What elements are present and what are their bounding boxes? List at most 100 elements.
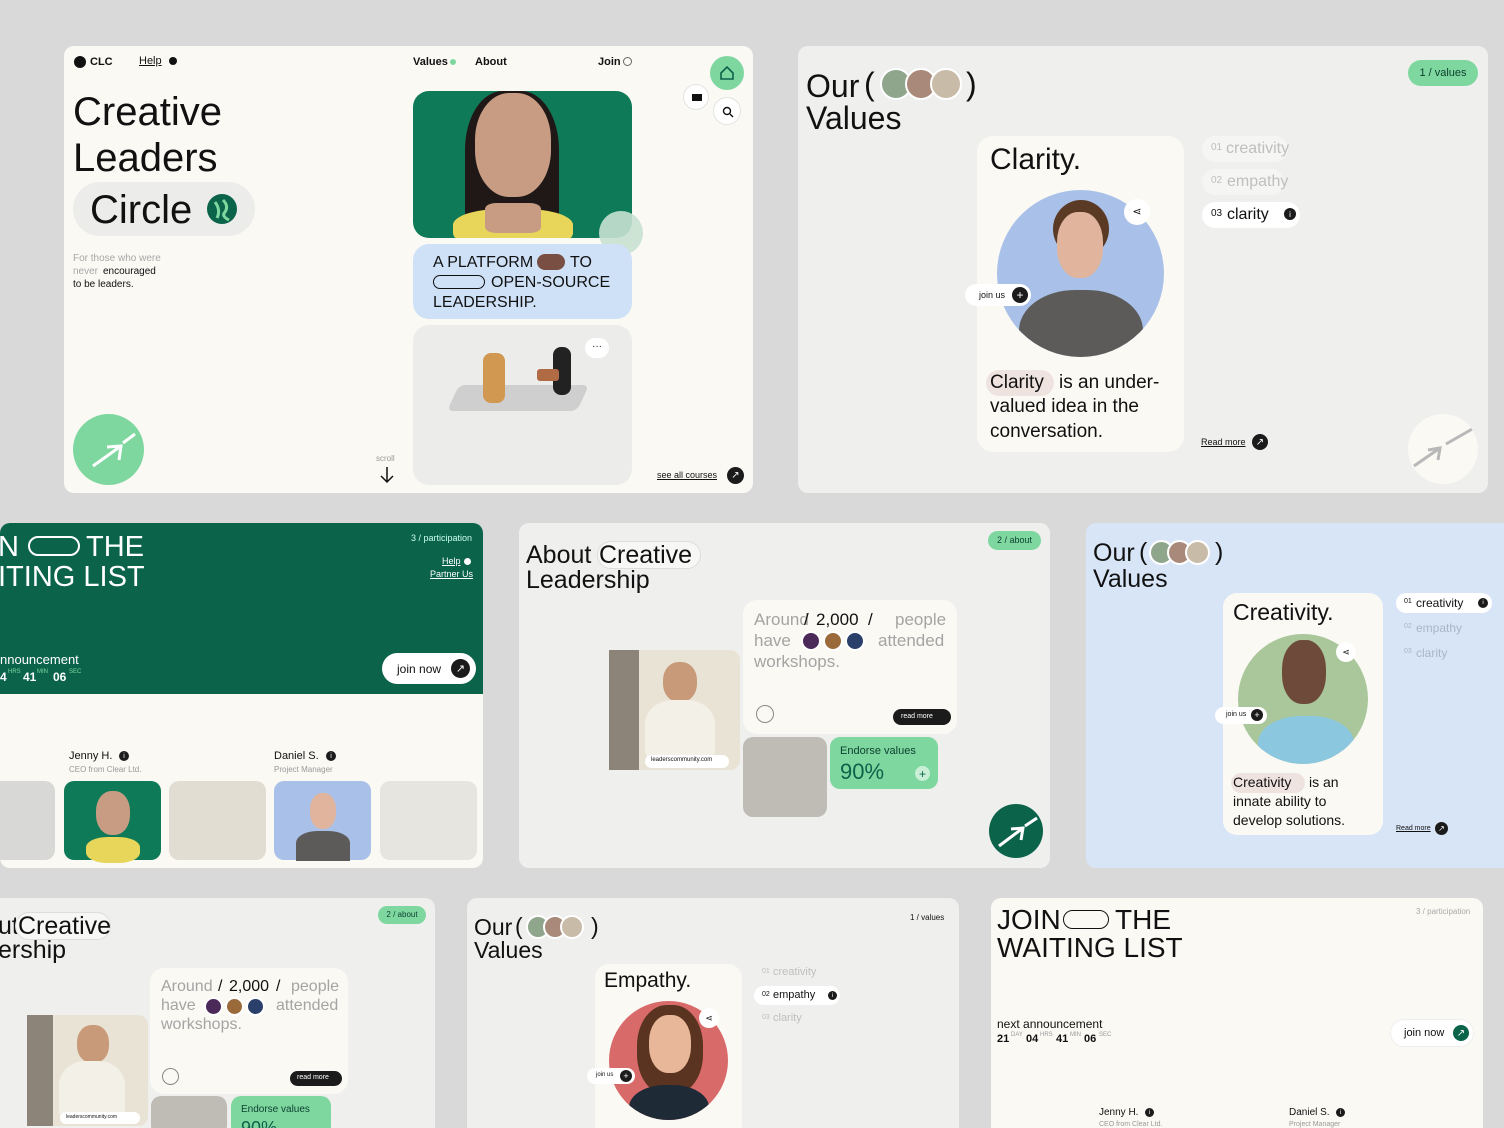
values-title: Values bbox=[474, 937, 543, 963]
share-icon[interactable]: ⋖ bbox=[1124, 199, 1150, 225]
creativity-text-2: innate ability to bbox=[1233, 793, 1327, 809]
search-button[interactable] bbox=[713, 97, 741, 125]
value-label[interactable]: clarity bbox=[1416, 646, 1447, 660]
stat-workshops: workshops. bbox=[754, 652, 840, 671]
plus-icon[interactable]: + bbox=[620, 1070, 632, 1082]
link-text: leaderscommunity.com bbox=[66, 1114, 118, 1120]
waiting-title-1a: N bbox=[0, 531, 19, 563]
toggle-outline bbox=[433, 275, 485, 289]
help-link[interactable]: Help bbox=[139, 55, 162, 67]
more-button[interactable]: ··· bbox=[585, 338, 609, 358]
countdown-day-unit: DAY bbox=[1011, 1032, 1023, 1038]
hero-card: CLC Help Values About Join Creative Lead… bbox=[64, 46, 753, 493]
waiting-title-1b: THE bbox=[86, 531, 144, 563]
plus-icon[interactable]: + bbox=[1012, 287, 1028, 303]
waiting-title-2: ITING LIST bbox=[0, 561, 145, 593]
arrow-up-right-icon[interactable]: ↗ bbox=[727, 467, 744, 484]
value-num: 03 bbox=[1404, 648, 1412, 655]
empathy-title: Empathy. bbox=[604, 969, 692, 992]
info-icon: i bbox=[1336, 1108, 1345, 1117]
value-num: 03 bbox=[1211, 208, 1223, 219]
join-us-label: join us bbox=[979, 290, 1006, 300]
value-num: 01 bbox=[1404, 598, 1412, 605]
globe-icon[interactable] bbox=[756, 705, 774, 723]
plus-icon[interactable]: + bbox=[915, 766, 930, 781]
countdown-min-unit: MIN bbox=[1070, 1032, 1081, 1038]
nav-values[interactable]: Values bbox=[413, 56, 448, 68]
see-all-courses-link[interactable]: see all courses bbox=[657, 470, 717, 480]
join-now-label: join now bbox=[1404, 1027, 1445, 1039]
arrow-up-right-icon[interactable]: ↗ bbox=[451, 659, 470, 678]
countdown-hrs-unit: HRS bbox=[1040, 1032, 1053, 1038]
read-more-link[interactable]: Read more bbox=[1201, 437, 1246, 447]
arrow-button[interactable] bbox=[989, 804, 1043, 858]
thumb-man[interactable] bbox=[274, 781, 371, 861]
hands-image bbox=[743, 737, 827, 817]
creativity-text-3: develop solutions. bbox=[1233, 812, 1346, 828]
info-icon: i bbox=[326, 751, 336, 761]
value-label[interactable]: empathy bbox=[1416, 621, 1462, 635]
plus-icon[interactable]: + bbox=[1251, 709, 1263, 721]
arrow-down-icon[interactable] bbox=[380, 466, 394, 484]
platform-line-1: A PLATFORM bbox=[433, 254, 534, 271]
info-icon: i bbox=[1145, 1108, 1154, 1117]
about-badge: 2 / about bbox=[378, 906, 426, 924]
info-icon bbox=[464, 558, 471, 565]
stat-attended: attended bbox=[878, 631, 945, 650]
help-link[interactable]: Help bbox=[442, 556, 461, 566]
endorse-label: Endorse values bbox=[840, 745, 916, 757]
mail-button[interactable] bbox=[683, 84, 709, 110]
waiting-list-card: N THE ITING LIST 3 / participation Help … bbox=[0, 523, 483, 868]
info-icon: i bbox=[119, 751, 129, 761]
clarity-text-1: is an under- bbox=[1059, 372, 1160, 393]
value-label: creativity bbox=[1416, 596, 1464, 610]
partner-link[interactable]: Partner Us bbox=[430, 569, 473, 579]
waiting-badge: 3 / participation bbox=[411, 533, 473, 543]
clarity-text-2: valued idea in the bbox=[990, 396, 1139, 417]
nav-about[interactable]: About bbox=[475, 56, 507, 68]
arrow-up-right-icon[interactable]: ↗ bbox=[1252, 434, 1268, 450]
countdown-sec: 06 bbox=[1084, 1033, 1097, 1045]
value-num: 02 bbox=[1211, 175, 1223, 186]
announcement-label: nnouncement bbox=[0, 652, 79, 667]
person-name: Jenny H. bbox=[1099, 1107, 1139, 1118]
about-card-cropped: ut Creative ership 2 / about Around / 2,… bbox=[0, 898, 435, 1128]
read-more-link[interactable]: Read more bbox=[1396, 825, 1431, 832]
avatar-group bbox=[1149, 540, 1210, 565]
thumb-woman[interactable] bbox=[64, 781, 161, 863]
person-role: Project Manager bbox=[1289, 1121, 1341, 1128]
arrow-button[interactable] bbox=[73, 414, 144, 485]
stat-have: have bbox=[754, 631, 791, 650]
hero-title-1: Creative bbox=[73, 90, 222, 134]
home-button[interactable] bbox=[710, 56, 744, 90]
waiting-badge: 3 / participation bbox=[1416, 907, 1471, 916]
stat-have: have bbox=[161, 997, 196, 1014]
countdown-day: 21 bbox=[997, 1033, 1010, 1045]
nav-join[interactable]: Join bbox=[598, 56, 621, 68]
toggle-outline bbox=[28, 536, 80, 556]
slash: / bbox=[868, 610, 873, 629]
info-icon: i bbox=[1478, 598, 1488, 608]
values-creativity-card: Our ( ) Values Creativity. ⋖ join us + C… bbox=[1086, 523, 1504, 868]
value-label[interactable]: clarity bbox=[773, 1012, 802, 1024]
value-num: 01 bbox=[1211, 142, 1223, 153]
arrow-up-right-icon[interactable]: ↗ bbox=[1453, 1025, 1469, 1041]
arrow-button[interactable] bbox=[1408, 414, 1478, 484]
arrow-up-right-icon[interactable]: ↗ bbox=[1435, 822, 1448, 835]
countdown-hrs: 4 bbox=[0, 670, 7, 684]
value-label[interactable]: creativity bbox=[773, 966, 816, 978]
globe-icon[interactable] bbox=[162, 1068, 179, 1085]
logo-text[interactable]: CLC bbox=[90, 56, 113, 68]
values-empathy-card: Our ( ) Values 1 / values Empathy. ⋖ joi… bbox=[467, 898, 959, 1128]
share-icon[interactable]: ⋖ bbox=[699, 1008, 719, 1028]
stat-around: Around bbox=[754, 610, 809, 629]
share-icon[interactable]: ⋖ bbox=[1336, 642, 1356, 662]
clarity-title: Clarity. bbox=[990, 143, 1082, 176]
paren-close: ) bbox=[1215, 538, 1224, 566]
tagline-1: For those who were bbox=[73, 253, 161, 264]
slash: / bbox=[276, 978, 281, 995]
thumb-office[interactable] bbox=[0, 781, 55, 860]
thumb-meeting[interactable] bbox=[169, 781, 266, 860]
thumb-pod[interactable] bbox=[380, 781, 477, 860]
next-announcement-label: next announcement bbox=[997, 1017, 1103, 1031]
